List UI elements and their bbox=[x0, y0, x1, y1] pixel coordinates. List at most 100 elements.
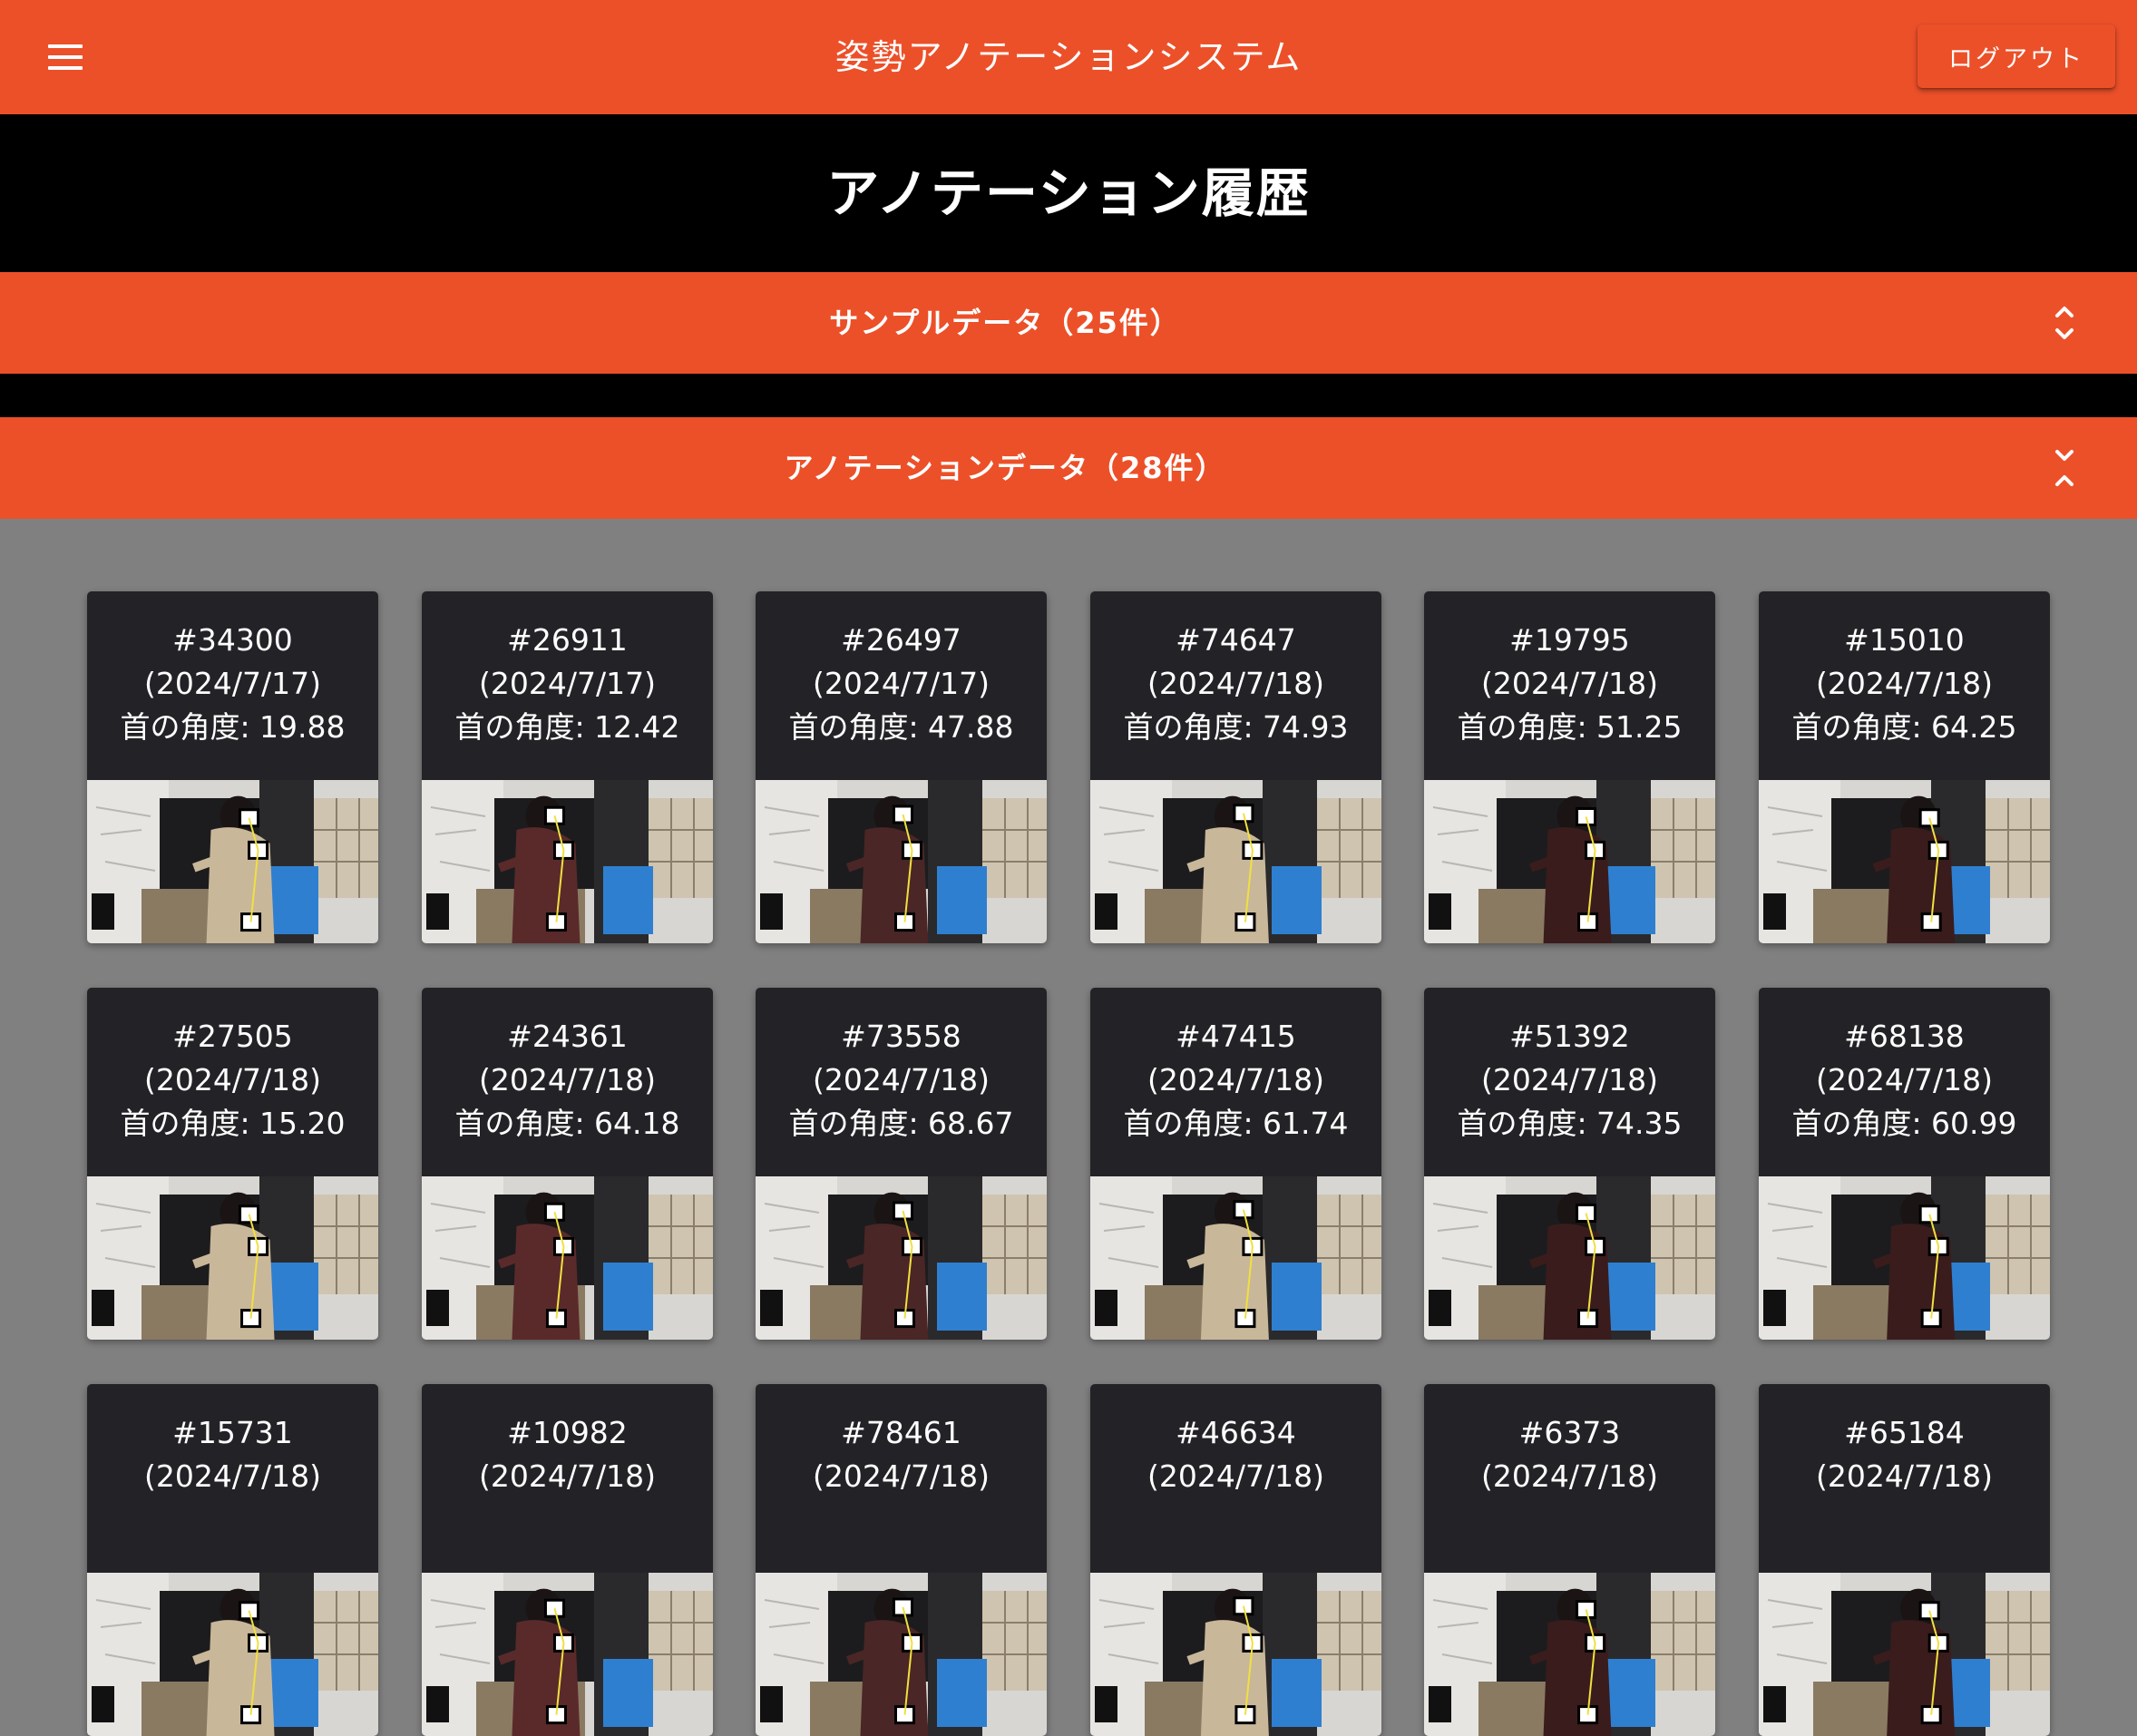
annotation-card-date: (2024/7/18) bbox=[1147, 1062, 1324, 1097]
annotation-card-angle: 首の角度: 64.25 bbox=[1791, 709, 2017, 745]
pose-thumbnail-image bbox=[756, 1176, 1047, 1340]
annotation-card-info: #74647 (2024/7/18) 首の角度: 74.93 bbox=[1090, 591, 1381, 780]
annotation-card-angle: 首の角度: 15.20 bbox=[120, 1106, 346, 1141]
annotation-card-date: (2024/7/18) bbox=[144, 1062, 321, 1097]
annotation-card[interactable]: #46634 (2024/7/18) bbox=[1090, 1384, 1381, 1736]
annotation-card-info: #6373 (2024/7/18) bbox=[1424, 1384, 1715, 1573]
annotation-card-angle: 首の角度: 68.67 bbox=[788, 1106, 1014, 1141]
annotation-card-angle: 首の角度: 74.93 bbox=[1123, 709, 1349, 745]
annotation-card-date: (2024/7/18) bbox=[1816, 1458, 1993, 1494]
annotation-card-date: (2024/7/18) bbox=[479, 1062, 656, 1097]
app-bar: 姿勢アノテーションシステム ログアウト bbox=[0, 0, 2137, 114]
annotation-card-info: #47415 (2024/7/18) 首の角度: 61.74 bbox=[1090, 988, 1381, 1176]
annotation-card-id: #65184 bbox=[1844, 1415, 1965, 1450]
annotation-card[interactable]: #78461 (2024/7/18) bbox=[756, 1384, 1047, 1736]
annotation-card-id: #26497 bbox=[841, 622, 961, 658]
sample-data-section-label: サンプルデータ（25件） bbox=[829, 306, 1181, 340]
unfold-less-icon bbox=[2055, 450, 2074, 486]
annotation-card-id: #15010 bbox=[1844, 622, 1965, 658]
annotation-card-info: #46634 (2024/7/18) bbox=[1090, 1384, 1381, 1573]
pose-thumbnail-image bbox=[756, 780, 1047, 943]
annotation-card-id: #6373 bbox=[1518, 1415, 1621, 1450]
pose-thumbnail-image bbox=[422, 1176, 713, 1340]
annotation-card-angle: 首の角度: 61.74 bbox=[1123, 1106, 1349, 1141]
annotation-card[interactable]: #51392 (2024/7/18) 首の角度: 74.35 bbox=[1424, 988, 1715, 1340]
annotation-card[interactable]: #34300 (2024/7/17) 首の角度: 19.88 bbox=[87, 591, 378, 943]
annotation-card-date: (2024/7/17) bbox=[813, 666, 990, 701]
annotation-card-angle: 首の角度: 19.88 bbox=[120, 709, 346, 745]
annotation-data-section-label: アノテーションデータ（28件） bbox=[784, 451, 1226, 485]
annotation-card[interactable]: #10982 (2024/7/18) bbox=[422, 1384, 713, 1736]
annotation-card-info: #65184 (2024/7/18) bbox=[1759, 1384, 2050, 1573]
annotation-card-info: #78461 (2024/7/18) bbox=[756, 1384, 1047, 1573]
annotation-card-date: (2024/7/18) bbox=[479, 1458, 656, 1494]
pose-thumbnail-image bbox=[422, 780, 713, 943]
annotation-card-date: (2024/7/18) bbox=[1481, 666, 1658, 701]
annotation-card-angle: 首の角度: 74.35 bbox=[1457, 1106, 1683, 1141]
annotation-card-angle: 首の角度: 60.99 bbox=[1791, 1106, 2017, 1141]
annotation-card-date: (2024/7/17) bbox=[479, 666, 656, 701]
pose-thumbnail-image bbox=[422, 1573, 713, 1736]
annotation-card-date: (2024/7/18) bbox=[1147, 666, 1324, 701]
annotation-card-angle: 首の角度: 51.25 bbox=[1457, 709, 1683, 745]
annotation-card[interactable]: #47415 (2024/7/18) 首の角度: 61.74 bbox=[1090, 988, 1381, 1340]
annotation-card-id: #46634 bbox=[1176, 1415, 1296, 1450]
annotation-card-info: #34300 (2024/7/17) 首の角度: 19.88 bbox=[87, 591, 378, 780]
annotation-card-id: #19795 bbox=[1509, 622, 1630, 658]
annotation-card-date: (2024/7/17) bbox=[144, 666, 321, 701]
annotation-card-date: (2024/7/18) bbox=[1481, 1458, 1658, 1494]
annotation-card-info: #68138 (2024/7/18) 首の角度: 60.99 bbox=[1759, 988, 2050, 1176]
logout-button[interactable]: ログアウト bbox=[1917, 24, 2115, 88]
annotation-card[interactable]: #26497 (2024/7/17) 首の角度: 47.88 bbox=[756, 591, 1047, 943]
annotation-card-date: (2024/7/18) bbox=[813, 1062, 990, 1097]
annotation-card[interactable]: #68138 (2024/7/18) 首の角度: 60.99 bbox=[1759, 988, 2050, 1340]
pose-thumbnail-image bbox=[1759, 1176, 2050, 1340]
annotation-card-id: #26911 bbox=[507, 622, 628, 658]
pose-thumbnail-image bbox=[1424, 1176, 1715, 1340]
pose-thumbnail-image bbox=[1759, 780, 2050, 943]
annotation-card-id: #24361 bbox=[507, 1019, 628, 1054]
pose-thumbnail-image bbox=[1759, 1573, 2050, 1736]
annotation-card[interactable]: #74647 (2024/7/18) 首の角度: 74.93 bbox=[1090, 591, 1381, 943]
annotation-card-info: #73558 (2024/7/18) 首の角度: 68.67 bbox=[756, 988, 1047, 1176]
annotation-card-id: #68138 bbox=[1844, 1019, 1965, 1054]
annotation-card-date: (2024/7/18) bbox=[1816, 1062, 1993, 1097]
annotation-card-angle: 首の角度: 64.18 bbox=[454, 1106, 680, 1141]
annotation-card-angle: 首の角度: 12.42 bbox=[454, 709, 680, 745]
annotation-card-id: #27505 bbox=[172, 1019, 293, 1054]
annotation-card[interactable]: #19795 (2024/7/18) 首の角度: 51.25 bbox=[1424, 591, 1715, 943]
annotation-card[interactable]: #6373 (2024/7/18) bbox=[1424, 1384, 1715, 1736]
annotation-card[interactable]: #65184 (2024/7/18) bbox=[1759, 1384, 2050, 1736]
annotation-card-info: #15010 (2024/7/18) 首の角度: 64.25 bbox=[1759, 591, 2050, 780]
app-title: 姿勢アノテーションシステム bbox=[834, 37, 1303, 77]
annotation-card-id: #15731 bbox=[172, 1415, 293, 1450]
annotation-card-id: #34300 bbox=[172, 622, 293, 658]
annotation-card-date: (2024/7/18) bbox=[1481, 1062, 1658, 1097]
annotation-card[interactable]: #26911 (2024/7/17) 首の角度: 12.42 bbox=[422, 591, 713, 943]
annotation-card-info: #19795 (2024/7/18) 首の角度: 51.25 bbox=[1424, 591, 1715, 780]
annotation-card-info: #51392 (2024/7/18) 首の角度: 74.35 bbox=[1424, 988, 1715, 1176]
sample-data-section-toggle[interactable]: サンプルデータ（25件） bbox=[0, 272, 2137, 374]
annotation-card[interactable]: #15010 (2024/7/18) 首の角度: 64.25 bbox=[1759, 591, 2050, 943]
annotation-card[interactable]: #73558 (2024/7/18) 首の角度: 68.67 bbox=[756, 988, 1047, 1340]
annotation-card-id: #51392 bbox=[1509, 1019, 1630, 1054]
pose-thumbnail-image bbox=[1090, 780, 1381, 943]
annotation-card-date: (2024/7/18) bbox=[813, 1458, 990, 1494]
pose-thumbnail-image bbox=[87, 1176, 378, 1340]
annotation-data-section-toggle[interactable]: アノテーションデータ（28件） bbox=[0, 417, 2137, 519]
annotation-card-date: (2024/7/18) bbox=[1816, 666, 1993, 701]
pose-thumbnail-image bbox=[1090, 1176, 1381, 1340]
annotation-card[interactable]: #27505 (2024/7/18) 首の角度: 15.20 bbox=[87, 988, 378, 1340]
pose-thumbnail-image bbox=[756, 1573, 1047, 1736]
annotation-card-angle: 首の角度: 47.88 bbox=[788, 709, 1014, 745]
annotation-card-info: #15731 (2024/7/18) bbox=[87, 1384, 378, 1573]
unfold-more-icon bbox=[2055, 307, 2074, 339]
annotation-card-info: #10982 (2024/7/18) bbox=[422, 1384, 713, 1573]
annotation-card[interactable]: #15731 (2024/7/18) bbox=[87, 1384, 378, 1736]
annotation-card-id: #74647 bbox=[1176, 622, 1296, 658]
pose-thumbnail-image bbox=[1090, 1573, 1381, 1736]
annotation-card[interactable]: #24361 (2024/7/18) 首の角度: 64.18 bbox=[422, 988, 713, 1340]
pose-thumbnail-image bbox=[1424, 1573, 1715, 1736]
annotation-card-id: #78461 bbox=[841, 1415, 961, 1450]
annotation-card-info: #26911 (2024/7/17) 首の角度: 12.42 bbox=[422, 591, 713, 780]
